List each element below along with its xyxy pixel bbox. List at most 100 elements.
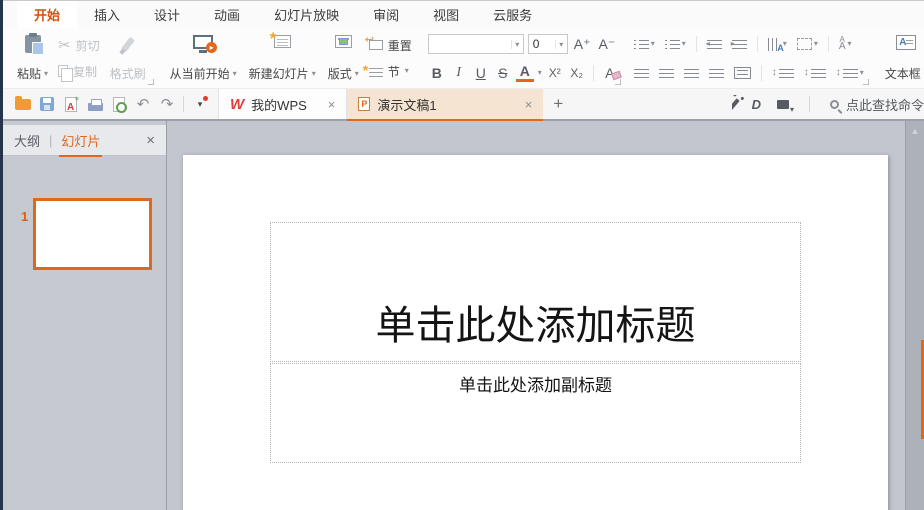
share-icon[interactable] xyxy=(776,99,794,114)
tab-my-wps[interactable]: W 我的WPS × xyxy=(218,89,348,119)
outline-tab[interactable]: 大纲 xyxy=(14,125,40,156)
paste-button[interactable]: 粘贴 ▾ xyxy=(11,30,54,86)
save-button[interactable] xyxy=(35,92,59,116)
chevron-down-icon: ▾ xyxy=(681,39,686,49)
text-frame-button[interactable]: ▾ xyxy=(794,36,821,52)
character-spacing-button[interactable]: ▾ xyxy=(836,35,855,53)
copy-icon xyxy=(58,65,74,82)
font-color-button[interactable]: A xyxy=(515,63,534,82)
format-painter-button[interactable]: 格式刷 xyxy=(104,30,152,86)
font-size-combobox[interactable]: 0 ▾ xyxy=(527,34,568,54)
increase-font-size-button[interactable]: A⁺ xyxy=(572,36,593,53)
increase-indent-icon xyxy=(731,38,747,51)
underline-button[interactable]: U xyxy=(472,65,490,81)
undo-button[interactable]: ↶ xyxy=(131,92,155,116)
menu-tab-animation[interactable]: 动画 xyxy=(197,1,257,28)
decrease-font-size-button[interactable]: A⁻ xyxy=(596,36,617,53)
menu-tab-cloud[interactable]: 云服务 xyxy=(476,1,549,28)
document-tab-label: 演示文稿1 xyxy=(377,97,437,113)
close-panel-icon[interactable]: × xyxy=(146,132,155,149)
brush-icon xyxy=(120,36,135,53)
customize-toolbar-button[interactable]: ▾ xyxy=(188,92,212,116)
menu-tab-design[interactable]: 设计 xyxy=(137,1,197,28)
cut-button[interactable]: ✂ 剪切 xyxy=(54,35,104,56)
menu-bar: 开始 插入 设计 动画 幻灯片放映 审阅 视图 云服务 xyxy=(3,0,924,28)
layout-button[interactable]: 版式 ▾ xyxy=(322,30,365,86)
font-name-combobox[interactable]: ▾ xyxy=(427,34,524,54)
redo-button[interactable]: ↷ xyxy=(155,92,179,116)
new-tab-button[interactable]: + xyxy=(543,89,573,119)
text-direction-button[interactable]: ▾ xyxy=(765,36,790,53)
find-command-search[interactable]: 点此查找命令 xyxy=(829,95,924,114)
small-divider xyxy=(808,96,810,112)
justify-button[interactable] xyxy=(706,65,727,81)
increase-indent-button[interactable] xyxy=(729,36,750,52)
quick-access-toolbar: ↶ ↷ ▾ W 我的WPS × P 演示文稿1 × + D 点此查找命令 xyxy=(3,89,924,121)
slide-page[interactable]: 单击此处添加标题 单击此处添加副标题 xyxy=(183,155,888,510)
menu-tab-home[interactable]: 开始 xyxy=(17,1,78,28)
close-tab-icon[interactable]: × xyxy=(525,97,533,112)
justify-icon xyxy=(708,67,724,79)
magic-beautify-icon[interactable] xyxy=(731,97,740,111)
menu-tab-slideshow[interactable]: 幻灯片放映 xyxy=(257,1,356,28)
docer-icon[interactable]: D xyxy=(752,97,761,112)
tab-divider: | xyxy=(49,132,53,148)
textbox-button[interactable]: 文本框▾ xyxy=(879,30,924,86)
vertical-scrollbar[interactable]: ▲ xyxy=(905,121,924,510)
line-spacing-increase-button[interactable] xyxy=(769,65,797,81)
close-tab-icon[interactable]: × xyxy=(314,97,336,112)
wps-logo-icon: W xyxy=(230,95,245,113)
small-divider xyxy=(592,64,594,81)
font-dialog-launcher[interactable] xyxy=(614,79,621,85)
section-button[interactable]: 节 ▾ xyxy=(363,61,416,82)
title-placeholder[interactable]: 单击此处添加标题 xyxy=(270,222,801,362)
distribute-button[interactable] xyxy=(731,65,754,81)
line-spacing-options-button[interactable]: ▾ xyxy=(833,65,867,81)
reset-label: 重置 xyxy=(387,38,412,53)
bullet-list-icon xyxy=(633,38,649,51)
menu-tab-review[interactable]: 审阅 xyxy=(356,1,416,28)
align-right-button[interactable] xyxy=(681,65,702,81)
menu-tab-view[interactable]: 视图 xyxy=(416,1,476,28)
superscript-button[interactable]: X² xyxy=(546,66,564,80)
numbered-list-button[interactable]: ▾ xyxy=(662,36,689,52)
copy-button[interactable]: 复制 xyxy=(54,61,104,82)
layout-icon xyxy=(334,35,352,48)
redo-icon: ↷ xyxy=(160,95,174,113)
small-divider xyxy=(695,36,697,53)
subscript-button[interactable]: X₂ xyxy=(568,66,586,80)
new-slide-button[interactable]: 新建幻灯片▾ xyxy=(243,29,322,86)
menu-tab-insert[interactable]: 插入 xyxy=(77,1,137,28)
section-label: 节 xyxy=(387,64,400,79)
decrease-indent-button[interactable] xyxy=(704,36,725,52)
print-preview-button[interactable] xyxy=(107,92,131,116)
chevron-down-icon: ▾ xyxy=(44,68,49,78)
chevron-down-icon: ▾ xyxy=(311,68,316,78)
my-wps-tab-label: 我的WPS xyxy=(251,97,307,113)
export-pdf-button[interactable] xyxy=(59,92,83,116)
clipboard-dialog-launcher[interactable] xyxy=(147,79,154,85)
subtitle-placeholder[interactable]: 单击此处添加副标题 xyxy=(270,363,801,463)
slides-tab[interactable]: 幻灯片 xyxy=(59,125,103,157)
paragraph-group: ▾ ▾ ▾ ▾ ▾ xyxy=(627,28,871,88)
paragraph-dialog-launcher[interactable] xyxy=(862,79,869,85)
tab-document-1[interactable]: P 演示文稿1 × xyxy=(347,89,544,121)
distribute-icon xyxy=(733,67,751,79)
print-button[interactable] xyxy=(83,92,107,116)
format-painter-label: 格式刷 xyxy=(109,67,146,81)
new-slide-label: 新建幻灯片 xyxy=(248,67,309,81)
play-from-current-button[interactable]: 从当前开始▾ xyxy=(164,30,243,86)
chevron-down-icon: ▾ xyxy=(650,39,655,49)
bullet-list-button[interactable]: ▾ xyxy=(631,36,658,52)
cut-label: 剪切 xyxy=(75,38,100,53)
open-button[interactable] xyxy=(11,92,35,116)
reset-button[interactable]: 重置 xyxy=(365,33,416,56)
slide-thumbnail[interactable] xyxy=(33,198,152,270)
italic-button[interactable]: I xyxy=(450,65,468,81)
align-left-button[interactable] xyxy=(631,65,652,81)
bold-button[interactable]: B xyxy=(428,65,446,81)
align-center-button[interactable] xyxy=(656,65,677,81)
line-spacing-decrease-button[interactable] xyxy=(801,65,829,81)
strikethrough-button[interactable]: S xyxy=(494,65,512,81)
scroll-up-icon[interactable]: ▲ xyxy=(911,126,920,510)
